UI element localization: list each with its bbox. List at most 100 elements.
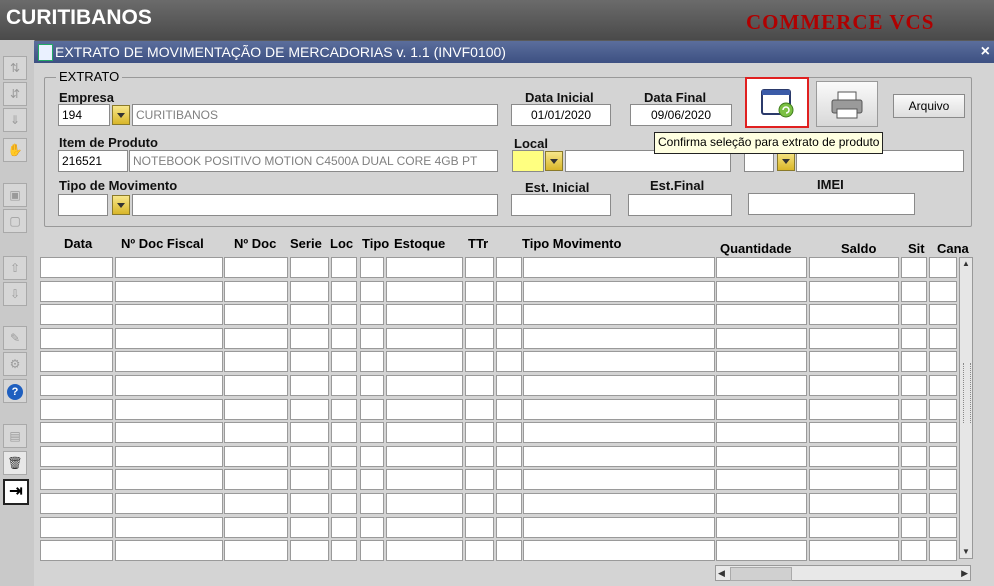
help-icon[interactable]: ? [3,379,27,403]
table-cell[interactable] [465,304,494,325]
table-cell[interactable] [716,375,807,396]
table-cell[interactable] [360,493,384,514]
table-cell[interactable] [929,351,957,372]
new-record-icon[interactable]: ▣ [3,183,27,207]
horizontal-scrollbar[interactable]: ◀ ▶ [715,565,971,581]
table-cell[interactable] [115,328,223,349]
table-cell[interactable] [360,257,384,278]
table-cell[interactable] [523,281,715,302]
tools-icon[interactable]: ⚙ [3,352,27,376]
table-cell[interactable] [901,446,927,467]
table-cell[interactable] [523,399,715,420]
table-cell[interactable] [523,422,715,443]
table-cell[interactable] [716,517,807,538]
extra-dropdown-button[interactable] [777,151,795,171]
table-cell[interactable] [290,446,329,467]
table-cell[interactable] [224,517,288,538]
table-cell[interactable] [901,422,927,443]
scroll-thumb[interactable] [730,567,792,581]
table-cell[interactable] [115,399,223,420]
table-cell[interactable] [331,422,357,443]
table-cell[interactable] [40,257,113,278]
table-cell[interactable] [929,328,957,349]
item-desc-field[interactable]: NOTEBOOK POSITIVO MOTION C4500A DUAL COR… [129,150,498,172]
data-inicial-field[interactable]: 01/01/2020 [511,104,611,126]
table-cell[interactable] [465,328,494,349]
table-cell[interactable] [496,517,522,538]
trash-icon[interactable]: 🗑 [3,451,27,475]
table-cell[interactable] [901,375,927,396]
table-cell[interactable] [224,304,288,325]
table-cell[interactable] [809,469,899,490]
table-cell[interactable] [290,422,329,443]
scroll-right-icon[interactable]: ▶ [961,566,968,580]
table-cell[interactable] [716,304,807,325]
table-cell[interactable] [496,540,522,561]
table-cell[interactable] [360,446,384,467]
table-cell[interactable] [290,281,329,302]
table-cell[interactable] [523,375,715,396]
execute-query-icon[interactable]: ⇓ [3,108,27,132]
table-cell[interactable] [523,257,715,278]
table-cell[interactable] [523,351,715,372]
table-cell[interactable] [496,375,522,396]
table-cell[interactable] [224,540,288,561]
table-cell[interactable] [290,493,329,514]
table-cell[interactable] [929,446,957,467]
table-cell[interactable] [716,399,807,420]
table-cell[interactable] [929,375,957,396]
up-arrow-icon[interactable]: ⇧ [3,256,27,280]
table-cell[interactable] [386,446,463,467]
table-cell[interactable] [224,257,288,278]
tipo-mov-desc-field[interactable] [132,194,498,216]
table-cell[interactable] [290,257,329,278]
table-cell[interactable] [716,257,807,278]
table-cell[interactable] [929,493,957,514]
table-cell[interactable] [496,281,522,302]
table-cell[interactable] [40,446,113,467]
table-cell[interactable] [386,304,463,325]
table-cell[interactable] [115,517,223,538]
table-cell[interactable] [331,257,357,278]
table-cell[interactable] [224,469,288,490]
table-cell[interactable] [331,517,357,538]
table-cell[interactable] [901,540,927,561]
table-cell[interactable] [386,469,463,490]
table-cell[interactable] [40,399,113,420]
table-cell[interactable] [224,351,288,372]
tipo-mov-code-field[interactable] [58,194,108,216]
table-cell[interactable] [386,351,463,372]
print-button[interactable] [816,81,878,127]
table-cell[interactable] [809,517,899,538]
table-cell[interactable] [224,446,288,467]
table-cell[interactable] [360,540,384,561]
table-cell[interactable] [901,281,927,302]
table-cell[interactable] [465,469,494,490]
table-cell[interactable] [496,446,522,467]
table-cell[interactable] [809,328,899,349]
table-cell[interactable] [360,517,384,538]
table-cell[interactable] [115,257,223,278]
empresa-dropdown-button[interactable] [112,105,130,125]
table-cell[interactable] [40,493,113,514]
table-cell[interactable] [331,304,357,325]
table-cell[interactable] [929,281,957,302]
tipo-mov-dropdown-button[interactable] [112,195,130,215]
table-cell[interactable] [465,281,494,302]
table-cell[interactable] [809,257,899,278]
table-cell[interactable] [331,446,357,467]
table-cell[interactable] [331,328,357,349]
table-cell[interactable] [115,281,223,302]
table-cell[interactable] [929,304,957,325]
table-cell[interactable] [901,493,927,514]
table-cell[interactable] [115,493,223,514]
table-cell[interactable] [360,281,384,302]
table-cell[interactable] [290,469,329,490]
table-cell[interactable] [465,351,494,372]
table-cell[interactable] [809,422,899,443]
table-cell[interactable] [331,540,357,561]
table-cell[interactable] [496,257,522,278]
table-cell[interactable] [523,304,715,325]
table-cell[interactable] [465,399,494,420]
table-cell[interactable] [331,375,357,396]
